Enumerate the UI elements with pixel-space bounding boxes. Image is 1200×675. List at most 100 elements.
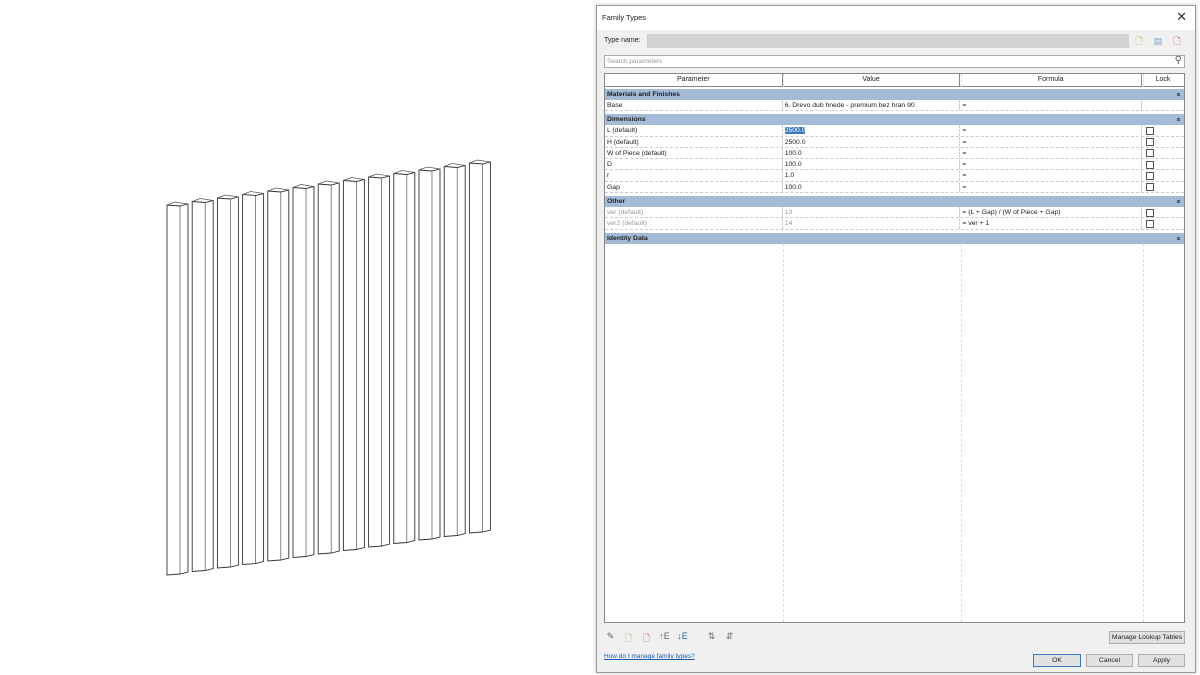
column-header-value[interactable]: Value [783, 74, 961, 86]
parameter-value[interactable]: 2500.0 [783, 125, 961, 136]
lock-cell [1142, 159, 1184, 169]
group-header[interactable]: Materials and Finishes « [605, 89, 1184, 100]
parameter-value[interactable]: 2500.0 [783, 136, 961, 147]
collapse-icon[interactable]: « [1173, 93, 1184, 97]
delete-parameter-icon[interactable]: 🗋 [641, 631, 652, 647]
sort-ascending-icon[interactable]: ⇅ [706, 631, 717, 647]
pillar[interactable] [342, 177, 365, 551]
lock-checkbox[interactable] [1146, 219, 1155, 228]
parameter-formula[interactable]: = [960, 159, 1143, 170]
parameter-formula[interactable]: = [960, 136, 1143, 147]
delete-type-icon[interactable]: 🗋 [1171, 35, 1183, 47]
sort-descending-icon[interactable]: ⇵ [724, 631, 735, 647]
pillar[interactable] [317, 180, 340, 555]
value-text: 2500.0 [784, 138, 806, 146]
parameter-formula[interactable]: = [960, 100, 1143, 111]
parameter-formula[interactable]: = [960, 181, 1143, 193]
parameter-formula[interactable]: = [960, 125, 1143, 136]
parameter-row[interactable]: L (default) 2500.0 = [605, 125, 1184, 137]
parameter-value[interactable]: 1.0 [783, 170, 961, 181]
collapse-icon[interactable]: « [1173, 118, 1184, 122]
parameter-name: W of Piece (default) [605, 147, 783, 159]
help-link[interactable]: How do I manage family types? [604, 653, 695, 660]
value-text: 100.0 [784, 183, 802, 191]
lock-checkbox[interactable] [1146, 160, 1155, 169]
parameter-row[interactable]: Base 6. Drevo dub hnede - premium bez hr… [605, 100, 1184, 112]
parameter-value[interactable]: 100.0 [783, 181, 961, 193]
ok-button[interactable]: OK [1033, 654, 1081, 667]
pillar[interactable] [393, 170, 416, 544]
move-down-icon[interactable]: ↓E [677, 631, 688, 647]
new-type-icon[interactable]: 🗋 [1133, 35, 1145, 47]
parameter-formula[interactable]: = (L + Gap) / (W of Piece + Gap) [960, 207, 1143, 218]
lock-cell [1142, 207, 1184, 217]
parameter-formula[interactable]: = [960, 147, 1143, 159]
pillar[interactable] [166, 201, 189, 576]
group-header[interactable]: Other « [605, 196, 1184, 208]
rename-type-icon[interactable]: ▤ [1152, 35, 1164, 47]
parameter-row[interactable]: r 1.0 = [605, 170, 1184, 182]
close-icon[interactable]: ✕ [1176, 9, 1187, 25]
parameter-row[interactable]: ver2 (default) 14 = ver + 1 [605, 218, 1184, 230]
pillar[interactable] [216, 194, 239, 569]
cancel-button[interactable]: Cancel [1086, 654, 1133, 667]
group-name: Identity Data [607, 234, 648, 242]
parameter-value[interactable]: 6. Drevo dub hnede - premium bez hran 90 [783, 100, 961, 111]
lock-cell [1142, 137, 1184, 147]
pillar[interactable] [443, 163, 466, 537]
column-header-formula[interactable]: Formula [960, 74, 1143, 86]
parameter-formula[interactable]: = [960, 170, 1143, 181]
value-text: 2500.0 [784, 127, 806, 135]
column-header-parameter[interactable]: Parameter [605, 74, 783, 86]
group-header[interactable]: Identity Data » [605, 232, 1184, 244]
parameter-value[interactable]: 100.0 [783, 147, 961, 159]
apply-button[interactable]: Apply [1138, 654, 1185, 667]
search-parameters-input[interactable]: Search parameters ⚲ [604, 55, 1185, 68]
lock-checkbox[interactable] [1146, 138, 1155, 147]
value-text: 13 [784, 209, 793, 217]
parameter-row[interactable]: H (default) 2500.0 = [605, 136, 1184, 148]
value-text: 100.0 [784, 149, 802, 157]
parameter-row[interactable]: D 100.0 = [605, 159, 1184, 171]
parameter-value[interactable]: 13 [783, 207, 961, 218]
type-name-label: Type name: [604, 37, 641, 44]
pillar[interactable] [292, 184, 315, 558]
parameter-name: Base [605, 100, 783, 111]
pillar[interactable] [242, 191, 265, 565]
search-icon[interactable]: ⚲ [1175, 55, 1182, 66]
move-up-icon[interactable]: ↑E [659, 631, 670, 647]
lock-checkbox[interactable] [1146, 208, 1155, 217]
lock-checkbox[interactable] [1146, 171, 1155, 180]
lock-checkbox[interactable] [1146, 149, 1155, 158]
group-name: Materials and Finishes [607, 91, 680, 98]
parameter-row[interactable]: W of Piece (default) 100.0 = [605, 147, 1184, 160]
manage-lookup-tables-button[interactable]: Manage Lookup Tables [1109, 631, 1185, 644]
edit-parameter-icon[interactable]: ✎ [605, 631, 616, 647]
parameter-toolbar: ✎ 🗋 🗋 ↑E ↓E ⇅ ⇵ [605, 631, 735, 647]
3d-view-pillars[interactable] [0, 0, 590, 675]
pillar[interactable] [267, 187, 290, 562]
expand-icon[interactable]: » [1173, 236, 1184, 240]
lock-checkbox[interactable] [1146, 126, 1155, 135]
pillar[interactable] [368, 173, 391, 548]
column-header-lock[interactable]: Lock [1142, 74, 1184, 86]
lock-checkbox[interactable] [1146, 183, 1155, 192]
pillar[interactable] [191, 198, 214, 572]
lock-cell [1142, 170, 1184, 180]
group-header[interactable]: Dimensions « [605, 114, 1184, 126]
parameter-name: L (default) [605, 125, 783, 136]
parameter-name: Gap [605, 181, 783, 193]
parameter-formula[interactable]: = ver + 1 [960, 218, 1143, 229]
type-name-dropdown[interactable] [647, 34, 1129, 48]
value-text: 6. Drevo dub hnede - premium bez hran 90 [784, 102, 915, 109]
parameter-row[interactable]: Gap 100.0 = [605, 181, 1184, 194]
parameter-row[interactable]: ver (default) 13 = (L + Gap) / (W of Pie… [605, 207, 1184, 219]
new-parameter-icon[interactable]: 🗋 [623, 631, 634, 647]
pillar[interactable] [468, 159, 491, 534]
title-bar[interactable]: Family Types ✕ [597, 6, 1195, 30]
pillar[interactable] [418, 166, 441, 541]
collapse-icon[interactable]: « [1173, 200, 1184, 204]
parameters-grid: Parameter Value Formula Lock Materials a… [604, 73, 1185, 623]
parameter-value[interactable]: 14 [783, 218, 961, 229]
parameter-value[interactable]: 100.0 [783, 159, 961, 170]
